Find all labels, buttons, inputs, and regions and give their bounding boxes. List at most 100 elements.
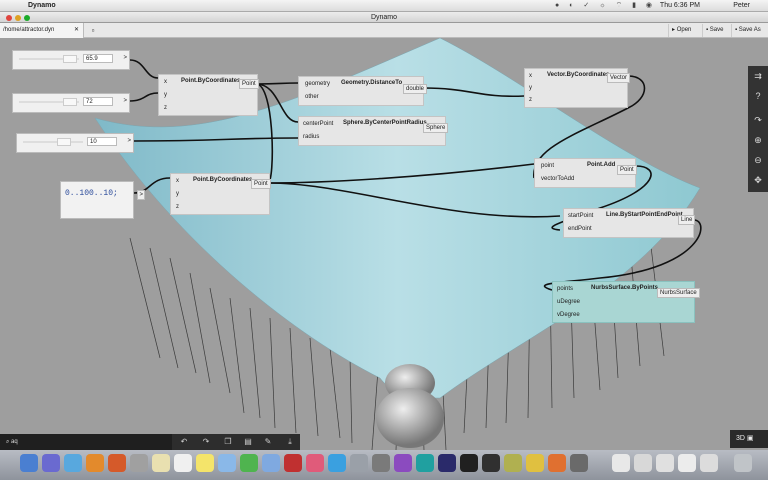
notes-icon[interactable]: [152, 454, 170, 472]
pan-icon[interactable]: ✥: [748, 170, 768, 190]
number-slider-y[interactable]: 72 >: [12, 93, 130, 113]
app-icon[interactable]: [416, 454, 434, 472]
input-z[interactable]: z: [529, 97, 532, 103]
launchpad-icon[interactable]: [42, 454, 60, 472]
app-icon[interactable]: [438, 454, 456, 472]
input-start-point[interactable]: startPoint: [568, 213, 593, 219]
app-icon[interactable]: [504, 454, 522, 472]
code-block-node[interactable]: 0..100..10; >: [60, 181, 145, 219]
view-3d-toggle[interactable]: 3D ▣: [730, 430, 768, 448]
app-icon[interactable]: [460, 454, 478, 472]
new-tab-icon[interactable]: ▫: [88, 25, 98, 36]
slider-track[interactable]: [23, 141, 83, 143]
tab-attractor[interactable]: /home/attractor.dyn ✕: [0, 23, 84, 38]
slider-handle[interactable]: [63, 55, 77, 63]
point-add-node[interactable]: Point.Add point vectorToAdd Point: [534, 158, 637, 188]
library-icon[interactable]: ⇉: [748, 66, 768, 86]
app-icon[interactable]: [394, 454, 412, 472]
app-icon[interactable]: [570, 454, 588, 472]
photo-booth-icon[interactable]: [284, 454, 302, 472]
clock[interactable]: Thu 6:36 PM: [660, 2, 700, 9]
input-y[interactable]: y: [529, 85, 532, 91]
user-menu[interactable]: Peter: [733, 2, 750, 9]
input-geometry[interactable]: geometry: [305, 81, 330, 87]
help-icon[interactable]: ?: [748, 86, 768, 106]
safari-icon[interactable]: [64, 454, 82, 472]
document-icon[interactable]: [656, 454, 674, 472]
output-point[interactable]: Point: [617, 165, 637, 175]
line-by-start-point-end-point-node[interactable]: Line.ByStartPointEndPoint startPoint end…: [563, 208, 696, 238]
close-tab-icon[interactable]: ✕: [74, 23, 79, 38]
number-slider-x[interactable]: 65.9 >: [12, 50, 130, 70]
input-radius[interactable]: radius: [303, 134, 319, 140]
close-window-button[interactable]: [6, 15, 12, 21]
output-vector[interactable]: Vector: [607, 73, 631, 83]
slider-value[interactable]: 10: [87, 137, 117, 146]
trash-icon[interactable]: [734, 454, 752, 472]
zoom-out-icon[interactable]: ⊖: [748, 150, 768, 170]
slider-output-port[interactable]: >: [123, 55, 127, 61]
slider-output-port[interactable]: >: [123, 98, 127, 104]
graph-canvas[interactable]: 65.9 > 72 > 10 > 0..100..10; > Point.ByC…: [0, 38, 768, 450]
stickies-icon[interactable]: [196, 454, 214, 472]
input-z[interactable]: z: [176, 204, 179, 210]
nurbs-surface-by-points-node[interactable]: NurbsSurface.ByPoints points uDegree vDe…: [552, 281, 700, 323]
input-center-point[interactable]: centerPoint: [303, 121, 333, 127]
facetime-icon[interactable]: [240, 454, 258, 472]
document-icon[interactable]: [678, 454, 696, 472]
code-block-text[interactable]: 0..100..10;: [65, 189, 118, 198]
save-as-button[interactable]: ▪ Save As: [731, 24, 764, 37]
number-slider-radius[interactable]: 10 >: [16, 133, 134, 153]
terminal-icon[interactable]: [482, 454, 500, 472]
document-icon[interactable]: [634, 454, 652, 472]
output-line[interactable]: Line: [678, 215, 696, 225]
input-points[interactable]: points: [557, 286, 573, 292]
app-menu[interactable]: Dynamo: [28, 2, 56, 9]
input-x[interactable]: x: [164, 79, 167, 85]
sphere-by-center-point-radius-node[interactable]: Sphere.ByCenterPointRadius centerPoint r…: [298, 116, 449, 146]
zoom-window-button[interactable]: [24, 15, 30, 21]
document-icon[interactable]: [700, 454, 718, 472]
slider-output-port[interactable]: >: [127, 138, 131, 144]
minimize-window-button[interactable]: [15, 15, 21, 21]
input-vector-to-add[interactable]: vectorToAdd: [541, 176, 574, 182]
rotate-icon[interactable]: ↷: [748, 110, 768, 130]
paste-icon[interactable]: ▤: [238, 434, 258, 450]
app-icon[interactable]: [262, 454, 280, 472]
status-icons[interactable]: ● ◐ ✓ ☼ ⌔ ▮ ◉: [555, 1, 656, 10]
output-double[interactable]: double: [403, 84, 428, 94]
app-icon[interactable]: [548, 454, 566, 472]
calendar-icon[interactable]: [174, 454, 192, 472]
app-icon[interactable]: [526, 454, 544, 472]
point-by-coordinates-node-1[interactable]: Point.ByCoordinates x y z Point: [158, 74, 259, 116]
save-button[interactable]: ▪ Save: [702, 24, 726, 37]
input-point[interactable]: point: [541, 163, 554, 169]
output-sphere[interactable]: Sphere: [423, 123, 449, 133]
redo-icon[interactable]: ↷: [196, 434, 216, 450]
output-point[interactable]: Point: [251, 179, 271, 189]
output-point[interactable]: Point: [239, 79, 259, 89]
mail-icon[interactable]: [130, 454, 148, 472]
slider-handle[interactable]: [63, 98, 77, 106]
input-z[interactable]: z: [164, 105, 167, 111]
app-store-icon[interactable]: [328, 454, 346, 472]
cleanup-icon[interactable]: ✎: [258, 434, 278, 450]
code-output-port[interactable]: >: [137, 190, 145, 200]
input-other[interactable]: other: [305, 94, 319, 100]
document-icon[interactable]: [612, 454, 630, 472]
point-by-coordinates-node-2[interactable]: Point.ByCoordinates x y z Point: [170, 173, 271, 215]
output-nurbs-surface[interactable]: NurbsSurface: [657, 288, 700, 298]
chrome-icon[interactable]: [86, 454, 104, 472]
system-preferences-icon[interactable]: [350, 454, 368, 472]
open-button[interactable]: ▸ Open: [668, 24, 694, 37]
zoom-in-icon[interactable]: ⊕: [748, 130, 768, 150]
slider-value[interactable]: 65.9: [83, 54, 113, 63]
app-icon[interactable]: [372, 454, 390, 472]
export-icon[interactable]: ⤓: [280, 434, 300, 450]
input-u-degree[interactable]: uDegree: [557, 299, 580, 305]
slider-value[interactable]: 72: [83, 97, 113, 106]
vector-by-coordinates-node[interactable]: Vector.ByCoordinates x y z Vector: [524, 68, 631, 108]
finder-icon[interactable]: [20, 454, 38, 472]
input-v-degree[interactable]: vDegree: [557, 312, 580, 318]
messages-icon[interactable]: [218, 454, 236, 472]
